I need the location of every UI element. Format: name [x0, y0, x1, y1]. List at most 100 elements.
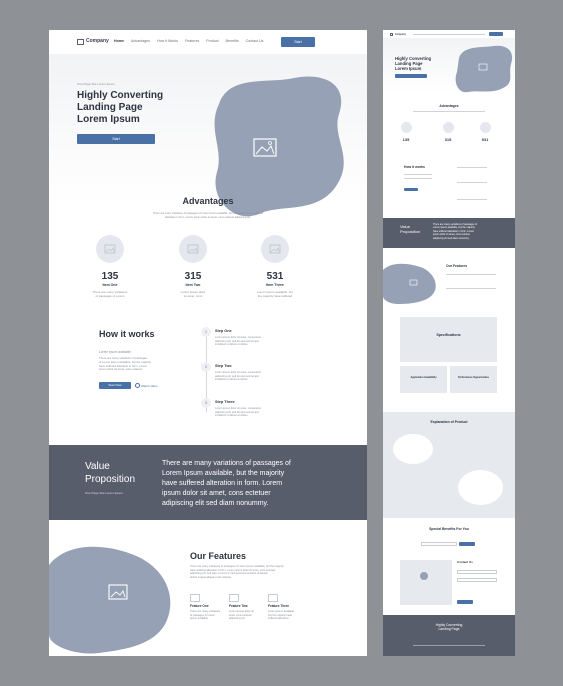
nav-link-benefits[interactable]: Benefits	[226, 39, 239, 43]
mini-nav-links	[413, 34, 485, 35]
hero-section: One Page Site Lorem Ipsum Highly Convert…	[49, 54, 367, 217]
nav-start-button[interactable]: Start	[281, 37, 315, 47]
mini-contact-input[interactable]	[457, 570, 497, 574]
mini-nav-button[interactable]	[489, 32, 503, 36]
features-title: Our Features	[190, 551, 247, 561]
mini-step	[457, 182, 487, 183]
feature-image-icon	[190, 594, 200, 602]
step-text: Lorem ipsum dolor sit amet, consectetur a…	[215, 336, 262, 347]
mini-how-title: How it works	[404, 165, 425, 169]
mini-hero-blob	[455, 45, 513, 93]
step-title: Step Three	[215, 400, 235, 404]
mini-contact-button[interactable]	[457, 600, 473, 604]
logo-icon	[77, 39, 84, 45]
mini-logo-icon	[390, 33, 393, 36]
nav-links: Home Advantages How it Works Features Pr…	[114, 39, 270, 43]
mini-contact-input[interactable]	[457, 578, 497, 582]
nav-link-advantages[interactable]: Advantages	[131, 39, 150, 43]
mini-benefits-title: Special Benefits For You	[429, 527, 469, 531]
stat-icon-circle	[261, 235, 289, 263]
mini-features-items	[446, 288, 496, 289]
mini-benefits-input[interactable]	[421, 542, 457, 546]
mini-map-pin-icon	[420, 572, 428, 580]
image-icon	[104, 244, 116, 254]
mini-how-button[interactable]	[404, 188, 418, 191]
step-number: 1	[201, 327, 211, 337]
stat-icon-circle	[179, 235, 207, 263]
watch-video-link[interactable]: Watch video	[141, 384, 157, 388]
mini-how-text	[404, 178, 432, 179]
nav-link-product[interactable]: Product	[206, 39, 218, 43]
feature-image-icon	[229, 594, 239, 602]
mini-stat-value: 135	[402, 137, 410, 142]
play-icon[interactable]	[135, 383, 140, 388]
stat-name: Item One	[102, 283, 118, 287]
feature-text: Lorem ipsum dolor sit amet, cons ectetuer…	[229, 610, 254, 621]
mini-features-title: Our Features	[446, 264, 468, 268]
mini-performance-box: Performance Opportunities	[450, 366, 497, 393]
how-body: There are many variations of passages of …	[99, 356, 151, 372]
stat-name: Item Three	[266, 283, 284, 287]
mini-value-text: There are many variations of passages of…	[433, 223, 477, 240]
mini-stat-circle	[401, 122, 412, 133]
mini-advantages-title: Advantages	[439, 104, 459, 108]
mini-map[interactable]	[400, 560, 452, 605]
brand-name[interactable]: Company	[86, 38, 109, 44]
mini-hero-button[interactable]	[395, 74, 427, 78]
feature-text: There are many variations of passages of …	[190, 610, 221, 621]
mini-footer: Highly Converting Landing Page	[383, 615, 515, 656]
value-text: There are many variations of passages of…	[162, 460, 291, 507]
mini-stat-value: 531	[481, 137, 489, 142]
how-start-button[interactable]: Start Now	[99, 382, 131, 389]
stat-value: 315	[184, 271, 202, 282]
hero-start-button[interactable]: Start	[77, 134, 155, 144]
advantages-desc: There are many variations of passages of…	[152, 212, 264, 219]
nav-link-home[interactable]: Home	[114, 39, 124, 43]
advantages-title: Advantages	[182, 196, 234, 206]
value-proposition-band: Value Proposition One Page Site Lorem Ips…	[49, 445, 367, 520]
mini-stat-circle	[443, 122, 454, 133]
mini-app-availability-box: Application Availability	[400, 366, 447, 393]
mini-stat-value: 315	[444, 137, 452, 142]
main-page-wireframe: Company Home Advantages How it Works Fea…	[49, 30, 367, 656]
nav-link-features[interactable]: Features	[185, 39, 199, 43]
how-subtitle: Lorem ipsum available	[99, 350, 131, 354]
step-number: 2	[201, 362, 211, 372]
mini-app-availability: Application Availability	[410, 376, 437, 379]
feature-image-icon	[268, 594, 278, 602]
nav-link-contact[interactable]: Contact Us	[246, 39, 264, 43]
feature-name: Feature Two	[229, 604, 248, 608]
feature-name: Feature Three	[268, 604, 290, 608]
mini-specifications-box: Specifications	[400, 317, 497, 362]
stat-text: There are many variations of passages of …	[92, 290, 128, 298]
hero-kicker: One Page Site Lorem Ipsum	[77, 82, 115, 86]
mini-step	[457, 199, 487, 200]
mini-stat-circle	[480, 122, 491, 133]
mini-hero-title: Highly Converting Landing Page Lorem Ipsum	[395, 56, 432, 71]
stat-value: 531	[266, 271, 284, 282]
stat-text: Lorem ipsum dolor sit amet, cons	[180, 290, 206, 298]
how-title: How it works	[99, 329, 155, 339]
stat-value: 135	[101, 271, 119, 282]
mini-features-desc	[446, 274, 496, 275]
nav-link-how-it-works[interactable]: How it Works	[157, 39, 178, 43]
mini-features-blob	[383, 263, 436, 304]
feature-text: Lorem ipsum available, but the majority h…	[268, 610, 295, 621]
mini-footer-links	[413, 645, 485, 646]
mini-page-wireframe: Company Highly Converting Landing Page Lor…	[383, 30, 515, 656]
step-number: 3	[201, 398, 211, 408]
image-icon	[269, 244, 281, 254]
mini-step	[457, 167, 487, 168]
mini-explanation-section: Explanation of Product	[383, 412, 515, 518]
step-text: Lorem ipsum dolor sit amet, consectetur a…	[215, 407, 262, 418]
mini-performance: Performance Opportunities	[458, 376, 489, 379]
mini-contact-title: Contact Us	[457, 560, 473, 564]
mini-footer-title: Highly Converting Landing Page	[435, 623, 463, 632]
mini-how-text	[404, 174, 432, 175]
mini-explanation-blob	[458, 470, 503, 505]
navbar: Company Home Advantages How it Works Fea…	[49, 30, 367, 54]
mini-benefits-button[interactable]	[459, 542, 475, 546]
mini-specifications-title: Specifications	[436, 333, 461, 337]
stat-name: Item Two	[185, 283, 201, 287]
hero-title: Highly Converting Landing Page Lorem Ips…	[77, 90, 164, 125]
